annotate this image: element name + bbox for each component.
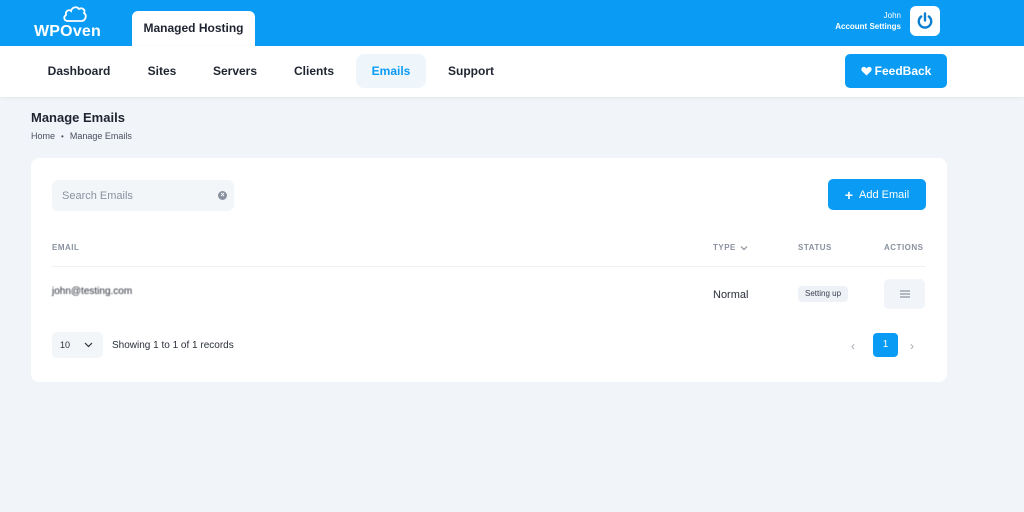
chevron-left-icon[interactable]: ‹ — [851, 339, 855, 353]
status-badge: Setting up — [798, 286, 849, 302]
breadcrumb-current: Manage Emails — [69, 131, 132, 141]
clear-icon[interactable]: × — [218, 191, 227, 200]
power-icon — [917, 12, 933, 29]
feedback-button[interactable]: FeedBack — [845, 54, 947, 88]
row-actions-button[interactable] — [884, 279, 925, 309]
main-nav: Dashboard Sites Servers Clients Emails S… — [0, 46, 1024, 97]
nav-dashboard[interactable]: Dashboard — [38, 54, 120, 88]
logo-cloud-icon — [63, 6, 87, 22]
chevron-right-icon[interactable]: › — [910, 339, 914, 353]
chevron-down-icon — [84, 342, 93, 348]
emails-card: × + Add Email EMAIL TYPE STATUS ACTIONS … — [31, 158, 947, 382]
account-settings-link[interactable]: Account Settings — [835, 21, 901, 32]
column-header-email: EMAIL — [52, 243, 80, 252]
nav-clients[interactable]: Clients — [284, 54, 344, 88]
header-divider — [52, 266, 926, 267]
nav-sites[interactable]: Sites — [138, 54, 186, 88]
tab-managed-hosting[interactable]: Managed Hosting — [132, 11, 255, 46]
page-button-current[interactable]: 1 — [873, 333, 898, 357]
heart-icon — [861, 66, 872, 76]
brand-name: WPOven — [34, 23, 101, 40]
top-bar: WPOven Managed Hosting John Account Sett… — [0, 0, 1024, 46]
logout-button[interactable] — [910, 6, 940, 36]
chevron-down-icon — [740, 245, 748, 250]
type-cell: Normal — [713, 289, 749, 301]
column-header-type[interactable]: TYPE — [713, 243, 748, 252]
feedback-label: FeedBack — [874, 64, 932, 78]
plus-icon: + — [844, 186, 854, 203]
page-title: Manage Emails — [31, 110, 125, 125]
add-email-label: Add Email — [859, 188, 910, 201]
nav-servers[interactable]: Servers — [204, 54, 266, 88]
search-input[interactable] — [52, 180, 212, 211]
search-box: × — [52, 180, 234, 211]
breadcrumb-separator: • — [61, 131, 64, 141]
column-header-actions: ACTIONS — [884, 243, 924, 252]
email-cell[interactable]: john@testing.com — [52, 286, 132, 297]
breadcrumb: Home • Manage Emails — [31, 131, 132, 141]
nav-emails[interactable]: Emails — [356, 54, 426, 88]
page-size-value: 10 — [60, 340, 71, 350]
brand-logo[interactable]: WPOven — [34, 4, 114, 42]
column-header-type-label: TYPE — [713, 243, 736, 252]
breadcrumb-home[interactable]: Home — [31, 131, 55, 141]
page-size-select[interactable]: 10 — [52, 332, 103, 358]
column-header-status: STATUS — [798, 243, 832, 252]
account-user-name: John — [883, 11, 901, 20]
menu-icon — [899, 290, 910, 298]
add-email-button[interactable]: + Add Email — [828, 179, 926, 210]
records-summary: Showing 1 to 1 of 1 records — [112, 340, 234, 351]
nav-support[interactable]: Support — [438, 54, 504, 88]
account-menu[interactable]: John Account Settings — [835, 10, 901, 32]
